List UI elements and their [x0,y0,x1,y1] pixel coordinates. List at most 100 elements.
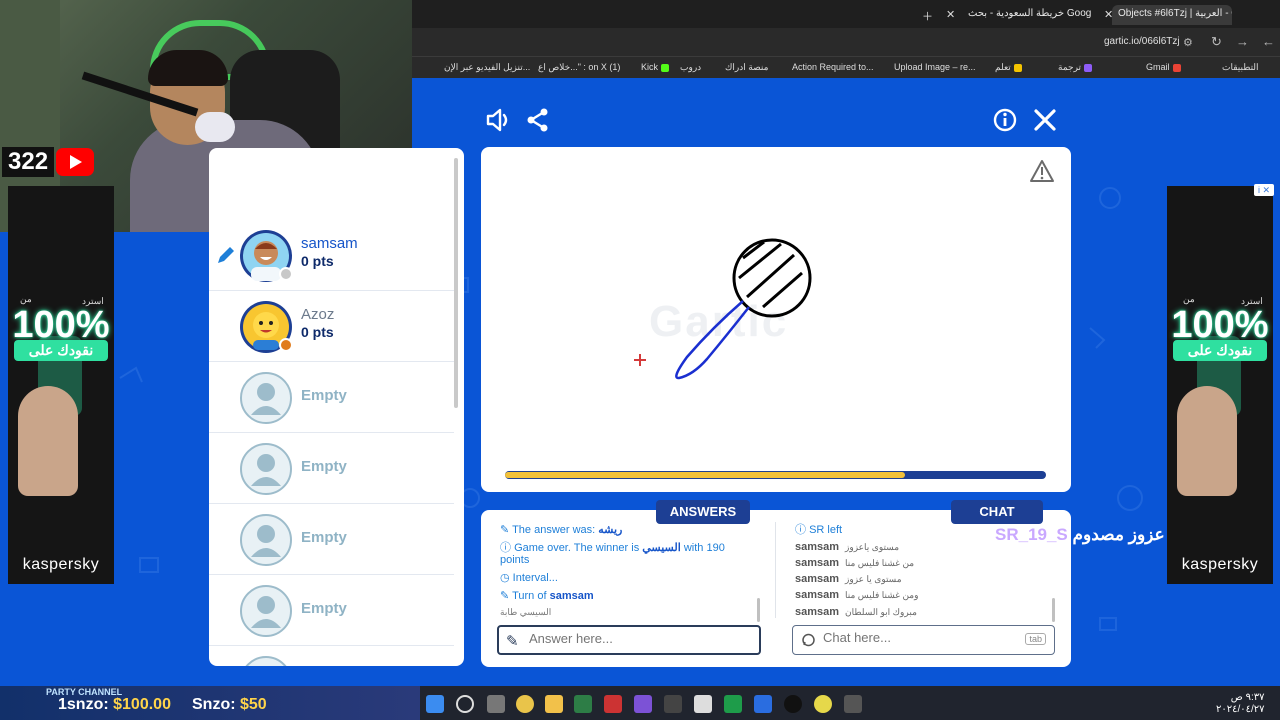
app-icon[interactable] [634,695,652,713]
empty-label: Empty [301,387,347,404]
task-view-icon[interactable] [487,695,505,713]
tab-google-search[interactable]: خريطة السعودية - بحث Google [962,5,1092,25]
empty-avatar [240,514,292,566]
bookmark-item[interactable]: Action Required to... [792,62,874,72]
site-settings-icon[interactable]: ⚙ [1183,36,1193,49]
kaspersky-ad-left[interactable]: استرد من 100% نقودك على kaspersky [8,186,114,584]
app-icon[interactable] [574,695,592,713]
empty-label: Empty [301,529,347,546]
app-icon[interactable] [814,695,832,713]
folder-icon[interactable] [545,695,563,713]
chat-username: samsam [795,573,840,585]
app-icon[interactable] [724,695,742,713]
share-icon[interactable] [525,107,551,133]
player-name: Azoz [301,306,335,323]
pencil-icon: ✎ [500,524,513,536]
app-icon[interactable] [664,695,682,713]
reload-icon[interactable]: ↻ [1211,34,1222,50]
bookmark-item[interactable]: دروب [680,62,701,73]
bookmark-item[interactable]: Upload Image – re... [894,62,976,72]
search-icon[interactable] [456,695,474,713]
empty-slot: Empty [209,363,454,433]
answers-chat-panel: ✎ The answer was: ريشه ⓘ Game over. The … [481,510,1071,667]
pencil-icon [218,247,234,263]
close-tab-icon[interactable]: ✕ [946,8,955,21]
webcam-person-hair [148,50,228,86]
ad-brand: kaspersky [22,556,100,573]
kaspersky-ad-right[interactable]: استرد من 100% نقودك على kaspersky [1167,186,1273,584]
player-points: 0 pts [301,253,334,269]
info-icon[interactable] [992,107,1018,133]
start-icon[interactable] [426,695,444,713]
chat-scrollbar[interactable] [1052,598,1055,622]
answer-log-line: ◷ Interval... [500,572,558,584]
forward-icon[interactable]: → [1236,34,1249,49]
empty-label: Empty [301,600,347,617]
drawing-strokes [634,238,812,380]
player-row[interactable]: samsam 0 pts [209,221,454,291]
info-icon: ⓘ [500,542,515,554]
bookmark-item[interactable]: تعلم [995,62,1022,73]
answer-log-line: السيسي طابة [500,607,552,617]
bookmark-item[interactable]: Gmail [1146,62,1181,72]
app-icon[interactable] [604,695,622,713]
empty-avatar [245,656,287,666]
empty-slot [209,647,454,666]
tab-gartic[interactable]: Objects #6l6Tzj | العربية - Gartic [1112,5,1232,25]
close-icon[interactable] [1032,107,1058,133]
app-icon[interactable] [754,695,772,713]
status-dot [279,267,293,281]
close-tab-icon[interactable]: ✕ [1104,8,1113,21]
answer-input[interactable] [529,631,719,646]
players-scrollbar[interactable] [454,158,458,408]
empty-avatar [240,372,292,424]
chat-input[interactable] [823,630,1013,645]
donation-ticker: PARTY CHANNEL 1snzo: $100.00 Snzo: $50 [0,686,420,720]
new-tab-icon[interactable]: ＋ [922,8,933,24]
sound-icon[interactable] [485,107,511,133]
tab-chat[interactable]: CHAT [951,500,1043,524]
empty-slot: Empty [209,576,454,646]
answer-log-line: ✎ The answer was: ريشه [500,524,623,536]
ad-brand: kaspersky [1181,556,1259,573]
donation-item: 1snzo: $100.00 [58,696,171,713]
donation-item: Snzo: $50 [192,696,267,713]
chat-system-line: ⓘ SR left [795,524,843,536]
viewer-count-badge: 322 [2,147,95,177]
bookmark-item[interactable]: ترجمة [1058,62,1093,73]
bookmark-item[interactable]: خلاص اع..." : on X (1) [538,62,620,73]
bookmark-item[interactable]: تنزيل الفيديو عبر الإن... [444,62,530,73]
chat-username: samsam [795,557,840,569]
empty-slot: Empty [209,434,454,504]
pencil-icon: ✎ [506,633,519,650]
app-icon[interactable] [844,695,862,713]
answer-input-box[interactable]: ✎ [497,625,761,655]
tab-key-hint: tab [1025,633,1046,645]
bookmark-item[interactable]: Kick [641,62,670,72]
app-icon[interactable] [694,695,712,713]
webcam-microphone [195,112,235,142]
drawing-canvas[interactable]: Gartic [481,147,1071,492]
ad-info-icon[interactable]: i ✕ [1254,184,1274,196]
chat-username: samsam [795,541,840,553]
url-text[interactable]: gartic.io/066l6Tzj [1104,36,1180,47]
back-icon[interactable]: ← [1262,34,1275,49]
timer-bar [505,471,1046,479]
viewer-count: 322 [2,147,55,177]
bookmark-item[interactable]: منصة ادراك [725,62,768,73]
divider [775,522,776,618]
bookmark-item[interactable]: التطبيقات [1222,62,1259,73]
tab-answers[interactable]: ANSWERS [656,500,750,524]
answer-log-line: ✎ Turn of samsam [500,590,594,602]
timer-fill [505,472,905,478]
chrome-icon[interactable] [516,695,534,713]
player-row[interactable]: Azoz 0 pts [209,292,454,362]
app-icon[interactable] [784,695,802,713]
chat-username: samsam [795,606,840,618]
answers-scrollbar[interactable] [757,598,760,622]
system-clock[interactable]: ٩:٣٧ ص ٢٠٢٤/٠٤/٢٧ [1216,692,1265,716]
ad-hand-image [18,386,78,496]
chat-input-box[interactable]: tab [792,625,1055,655]
player-name: samsam [301,235,358,252]
empty-avatar [240,443,292,495]
